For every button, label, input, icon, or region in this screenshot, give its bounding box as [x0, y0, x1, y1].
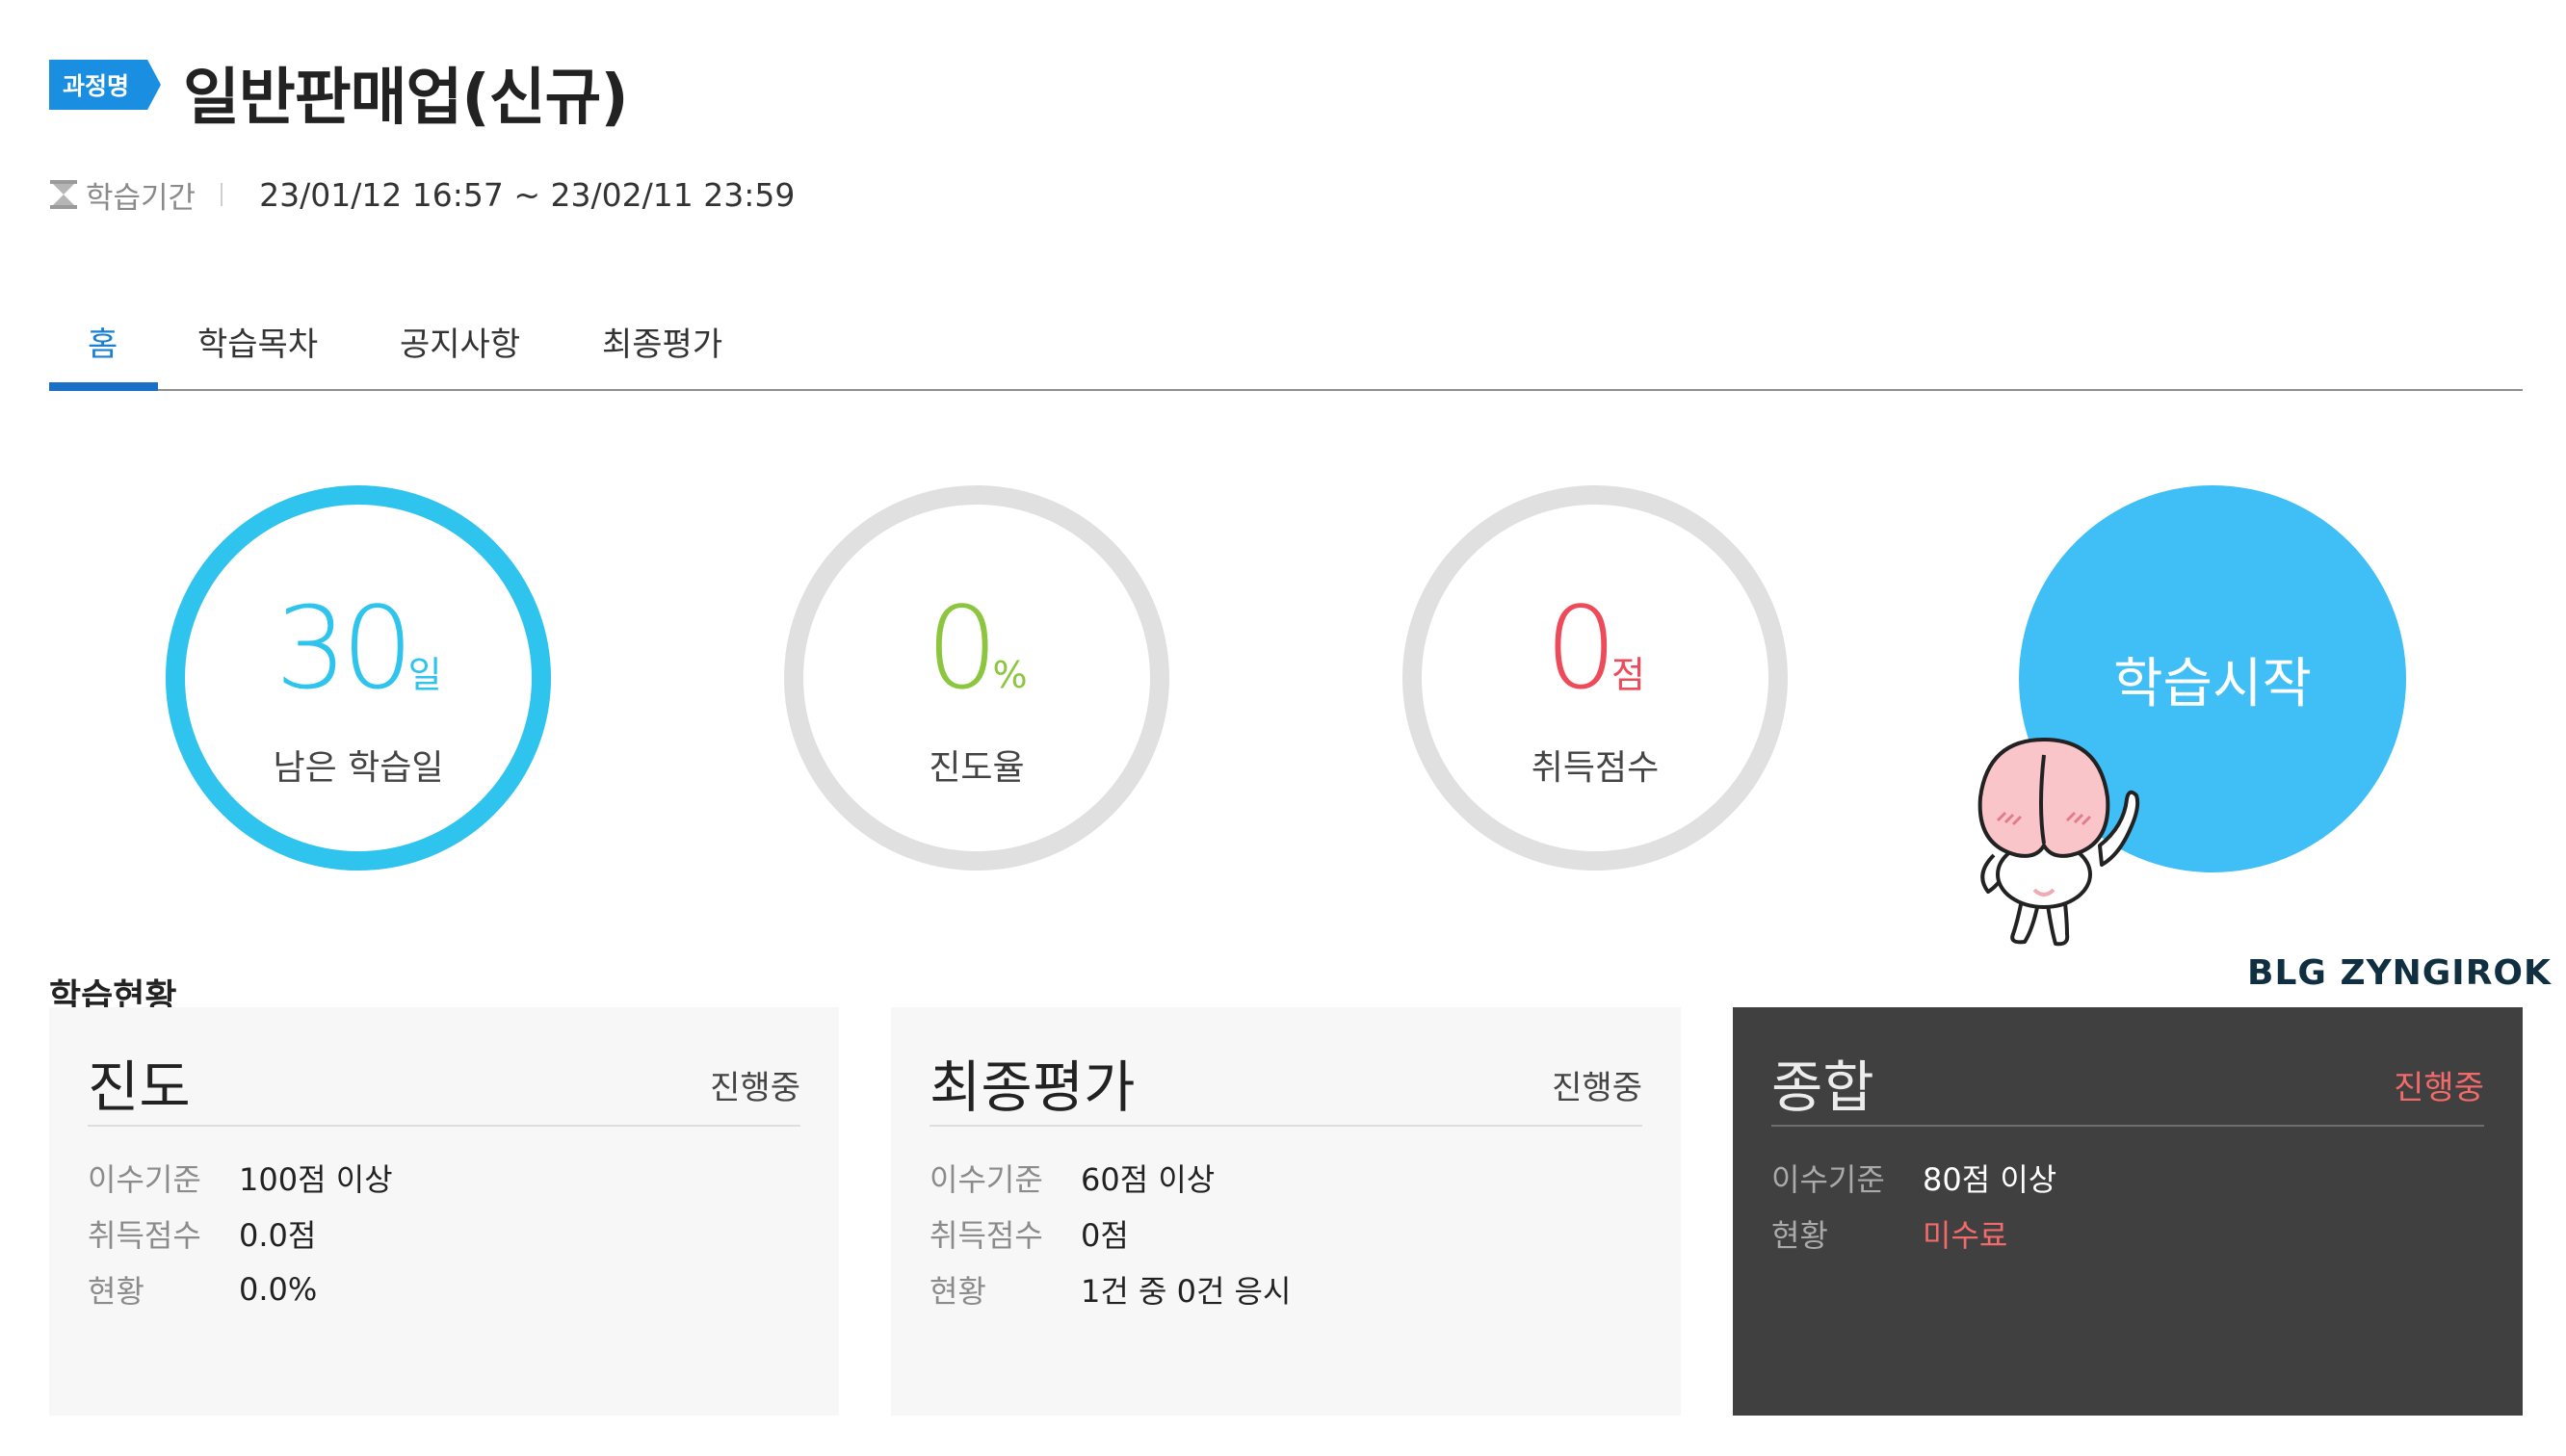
days-left-stat: 30일 남은 학습일: [166, 485, 551, 871]
progress-rate-number: 0: [926, 582, 998, 715]
progress-rate-stat: 0% 진도율: [784, 485, 1169, 871]
card-row: 이수기준 100점 이상: [88, 1150, 800, 1206]
row-label: 이수기준: [930, 1161, 1043, 1198]
card-row: 취득점수 0.0점: [88, 1206, 800, 1261]
score-stat: 0점 취득점수: [1402, 485, 1788, 871]
row-label: 취득점수: [88, 1217, 201, 1254]
days-left-number: 30: [275, 582, 413, 715]
days-left-unit: 일: [407, 654, 442, 696]
status-badge: 진행중: [1552, 1069, 1642, 1107]
row-label: 이수기준: [88, 1161, 201, 1198]
row-value: 100점 이상: [239, 1161, 393, 1198]
progress-rate-value: 0%: [784, 582, 1169, 715]
row-value: 미수료: [1923, 1217, 2008, 1254]
study-period-value: 23/01/12 16:57 ~ 23/02/11 23:59: [259, 175, 796, 214]
row-label: 이수기준: [1771, 1161, 1885, 1198]
row-value: 0.0점: [239, 1217, 317, 1254]
card-title: 종합: [1771, 1054, 1874, 1120]
status-badge: 진행중: [2394, 1069, 2484, 1107]
overall-card: 종합 진행중 이수기준 80점 이상 현황 미수료: [1733, 1007, 2523, 1416]
score-number: 0: [1544, 582, 1617, 715]
course-badge: 과정명: [49, 60, 161, 110]
final-exam-card: 최종평가 진행중 이수기준 60점 이상 취득점수 0점 현황 1건 중 0건 …: [891, 1007, 1681, 1416]
row-value: 0.0%: [239, 1271, 318, 1308]
start-learning-label: 학습시작: [2112, 652, 2313, 715]
progress-rate-label: 진도율: [929, 748, 1025, 788]
progress-card: 진도 진행중 이수기준 100점 이상 취득점수 0.0점 현황 0.0%: [49, 1007, 839, 1416]
study-period: 학습기간 23/01/12 16:57 ~ 23/02/11 23:59: [49, 175, 796, 216]
row-value: 60점 이상: [1081, 1161, 1216, 1198]
days-left-value: 30일: [166, 582, 551, 715]
row-value: 80점 이상: [1923, 1161, 2057, 1198]
divider: [221, 183, 223, 206]
card-header: 진도 진행중: [88, 1007, 800, 1127]
card-title: 최종평가: [930, 1054, 1136, 1120]
active-tab-indicator: [49, 382, 158, 391]
peach-mascot-icon: [1977, 737, 2140, 947]
card-row: 이수기준 80점 이상: [1771, 1150, 2484, 1206]
row-value: 0점: [1081, 1217, 1129, 1254]
score-value: 0점: [1402, 582, 1788, 715]
status-badge: 진행중: [710, 1069, 800, 1107]
tab-notices[interactable]: 공지사항: [400, 318, 520, 365]
days-left-label: 남은 학습일: [273, 748, 444, 788]
row-label: 취득점수: [930, 1217, 1043, 1254]
row-value: 1건 중 0건 응시: [1081, 1273, 1292, 1310]
page-title: 일반판매업(신규): [183, 63, 629, 134]
row-label: 현황: [88, 1273, 144, 1310]
card-row: 취득점수 0점: [930, 1206, 1642, 1261]
score-label: 취득점수: [1531, 748, 1660, 788]
progress-rate-unit: %: [992, 654, 1028, 696]
hourglass-icon: [50, 180, 77, 209]
card-row: 현황 0.0%: [88, 1261, 800, 1317]
card-header: 최종평가 진행중: [930, 1007, 1642, 1127]
row-label: 현황: [1771, 1217, 1828, 1254]
brand-logo: BLG ZYNGIROK: [2247, 953, 2552, 993]
card-title: 진도: [88, 1054, 191, 1120]
row-label: 현황: [930, 1273, 986, 1310]
study-period-label: 학습기간: [86, 180, 196, 216]
tab-bar: 홈 학습목차 공지사항 최종평가: [49, 318, 2523, 391]
card-header: 종합 진행중: [1771, 1007, 2484, 1127]
score-unit: 점: [1611, 654, 1646, 696]
card-row: 이수기준 60점 이상: [930, 1150, 1642, 1206]
card-row: 현황 1건 중 0건 응시: [930, 1261, 1642, 1317]
tab-home[interactable]: 홈: [88, 318, 118, 365]
tab-contents[interactable]: 학습목차: [197, 318, 318, 365]
card-row: 현황 미수료: [1771, 1206, 2484, 1261]
tab-final-exam[interactable]: 최종평가: [602, 318, 722, 365]
